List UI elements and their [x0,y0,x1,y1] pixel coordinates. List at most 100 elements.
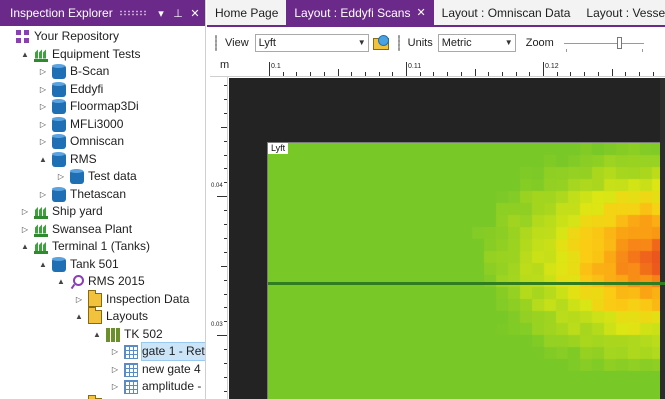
zoom-slider-thumb[interactable] [617,37,623,49]
ruler-tick-label: 0.11 [408,63,422,70]
drag-grip[interactable] [118,10,148,16]
ruler-tick [543,62,544,76]
open-view-icon[interactable] [372,34,390,52]
dropdown-icon[interactable]: ▾ [154,7,168,20]
plot-label: Lyft [268,143,289,154]
tree-node[interactable]: ▷ Eddyfi [0,81,205,99]
zoom-label: Zoom [525,37,554,49]
tree-node[interactable]: ▷ Floormap3Di [0,98,205,116]
search-icon [70,275,84,289]
tree-node-label: RMS [70,151,97,166]
tree-node[interactable]: ▷ new gate 4 [0,361,205,379]
database-icon [52,81,66,97]
tree-node[interactable]: ▲ Equipment Tests [0,46,205,64]
tree-node-label: Layouts [106,309,149,323]
expand-arrow-icon[interactable]: ▷ [74,291,84,308]
ruler-tick [224,321,227,323]
pin-icon[interactable]: ⊥ [171,7,185,20]
close-tab-icon[interactable]: ✕ [416,6,425,19]
tree-node[interactable]: ▲ Layouts [0,307,205,326]
view-select[interactable]: Lyft ▼ [254,34,369,52]
ruler-tick [217,196,227,198]
zoom-slider[interactable] [563,34,644,52]
inspection-explorer-panel: Inspection Explorer ▾ ⊥ ✕ Your Repositor… [0,0,206,399]
ruler-tick-label: 0.12 [545,63,559,70]
ruler-tick [224,224,227,225]
tree-node[interactable]: ▷ Inspection Data [0,289,205,309]
tree-node[interactable]: ▲ Terminal 1 (Tanks) [0,238,205,256]
tree-node[interactable]: ▷ Test data [0,168,205,186]
tree-node[interactable]: ▷ Thetascan [0,186,205,204]
tree-node[interactable]: ▷ gate 1 - Ret [0,342,205,361]
tree-node[interactable]: ▷ Omniscan [0,133,205,151]
tree-node[interactable]: Your Repository [0,28,205,46]
tree-node[interactable]: ▷ Documents [0,394,205,399]
ruler-tick [269,62,270,76]
layout-canvas[interactable]: Lyft [229,78,665,399]
tree-node[interactable]: ▷ amplitude - [0,378,205,396]
close-icon[interactable]: ✕ [188,7,202,20]
expand-arrow-icon[interactable]: ▷ [38,116,48,133]
ruler-tick-label: 0.04 [211,183,223,189]
ruler-tick [488,72,490,76]
tree-node[interactable]: ▷ B-Scan [0,63,205,81]
tab[interactable]: Layout : Vessel [578,0,665,25]
units-select[interactable]: Metric ▼ [437,34,516,52]
expand-arrow-icon[interactable]: ▷ [38,81,48,98]
tree-node[interactable]: ▲ RMS [0,151,205,169]
tree-node[interactable]: ▲ TK 502 [0,326,205,344]
ruler-tick [282,72,284,76]
tree-node[interactable]: ▲ RMS 2015 [0,273,205,291]
expand-arrow-icon[interactable]: ▷ [56,168,66,185]
plant-icon [34,223,48,237]
tab-label: Layout : Omniscan Data [441,5,571,20]
collapse-arrow-icon[interactable]: ▲ [20,238,30,255]
tab[interactable]: Layout : Eddyfi Scans ✕ [286,0,434,25]
cscan-plot[interactable]: Lyft [267,142,665,399]
tab[interactable]: Layout : Omniscan Data [434,0,579,25]
collapse-arrow-icon[interactable]: ▲ [20,46,30,63]
expand-arrow-icon[interactable]: ▷ [38,98,48,115]
expand-arrow-icon[interactable]: ▷ [38,186,48,203]
collapse-arrow-icon[interactable]: ▲ [92,326,102,343]
ruler-tick [611,69,613,76]
cursor-line[interactable] [268,282,665,285]
expand-arrow-icon[interactable]: ▷ [74,396,84,399]
folder-icon [88,307,102,324]
ruler-tick [597,72,599,76]
ruler-tick-label: 0.1 [271,63,281,70]
tab[interactable]: Home Page [207,0,286,25]
ruler-tick [224,140,227,142]
layout-icon [106,327,120,342]
plant-icon [34,48,48,62]
expand-arrow-icon[interactable]: ▷ [38,133,48,150]
tab-label: Layout : Eddyfi Scans [294,5,411,20]
ruler-tick [221,126,227,128]
tree-node-label: Ship yard [52,204,103,218]
collapse-arrow-icon[interactable]: ▲ [38,256,48,273]
collapse-arrow-icon[interactable]: ▲ [74,308,84,325]
ruler-tick [337,69,339,76]
tree-node[interactable]: ▷ Ship yard [0,203,205,221]
expand-arrow-icon[interactable]: ▷ [20,203,30,220]
grid-icon [124,345,138,359]
collapse-arrow-icon[interactable]: ▲ [56,273,66,290]
expand-arrow-icon[interactable]: ▷ [38,63,48,80]
expand-arrow-icon[interactable]: ▷ [110,343,120,360]
tree-node[interactable]: ▷ Swansea Plant [0,221,205,239]
tree-node[interactable]: ▷ MFLi3000 [0,116,205,134]
tree-node-label: Floormap3Di [70,99,139,113]
ruler-tick [351,72,353,76]
ruler-tick [625,72,627,76]
collapse-arrow-icon[interactable]: ▲ [38,151,48,168]
ruler-tick [224,210,227,212]
expand-arrow-icon[interactable]: ▷ [110,378,120,395]
ruler-tick [224,349,227,351]
expand-arrow-icon[interactable]: ▷ [20,221,30,238]
view-label: View [225,37,249,49]
cscan-heatmap [268,143,665,399]
tree-node[interactable]: ▲ Tank 501 [0,256,205,274]
ruler-tick [392,72,394,76]
expand-arrow-icon[interactable]: ▷ [110,361,120,378]
vertical-scrollbar[interactable] [660,78,665,399]
